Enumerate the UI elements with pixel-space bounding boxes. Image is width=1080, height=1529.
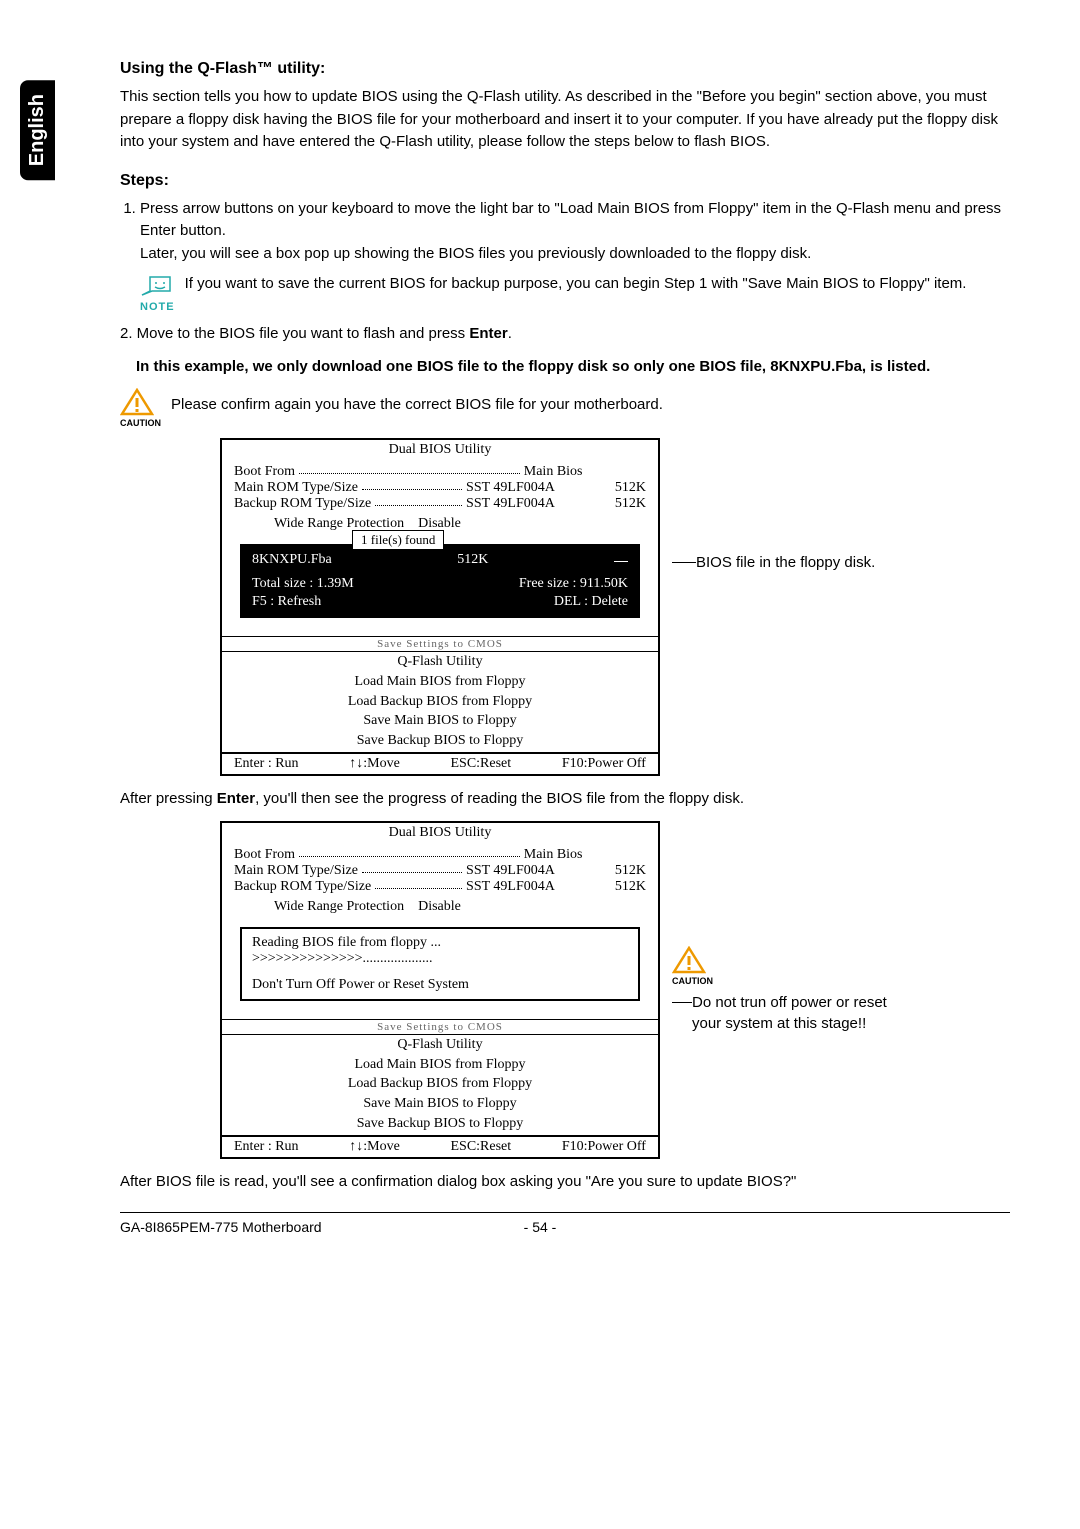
foot-move-2: ↑↓:Move <box>349 1139 400 1155</box>
del-hint: DEL : Delete <box>554 594 628 610</box>
backup-rom-size-2: 512K <box>615 879 646 895</box>
confirm-text: Please confirm again you have the correc… <box>171 388 663 417</box>
step-1-text-b: Later, you will see a box pop up showing… <box>140 245 811 262</box>
backup-rom-size: 512K <box>615 496 646 512</box>
bios-filesize: 512K <box>457 552 488 568</box>
main-rom-size: 512K <box>615 480 646 496</box>
backup-rom-label: Backup ROM Type/Size <box>234 496 371 512</box>
caution-icon-2: CAUTION <box>672 946 713 986</box>
wrp-label-2: Wide Range Protection <box>274 899 404 914</box>
main-rom-label-2: Main ROM Type/Size <box>234 863 358 879</box>
wrp-value-2: Disable <box>418 899 461 914</box>
file-list-box: 1 file(s) found 8KNXPU.Fba 512K Total si… <box>240 544 640 618</box>
bios-filename[interactable]: 8KNXPU.Fba <box>252 552 332 568</box>
foot-enter-2: Enter : Run <box>234 1139 299 1155</box>
after-enter-b: , you'll then see the progress of readin… <box>255 790 744 807</box>
step-2-example: In this example, we only download one BI… <box>136 356 1010 379</box>
step-2-text-a: 2. Move to the BIOS file you want to fla… <box>120 325 469 342</box>
backup-rom-value-2: SST 49LF004A <box>466 879 555 895</box>
boot-from-label: Boot From <box>234 464 295 480</box>
caution-label-2: CAUTION <box>672 976 713 986</box>
wrp-label: Wide Range Protection <box>274 516 404 531</box>
boot-from-label-2: Boot From <box>234 847 295 863</box>
intro-paragraph: This section tells you how to update BIO… <box>120 86 1010 154</box>
foot-f10-2: F10:Power Off <box>562 1139 646 1155</box>
qflash-item[interactable]: Save Backup BIOS to Floppy <box>222 731 658 751</box>
step-2-text-b: . <box>508 325 512 342</box>
progress-bar: >>>>>>>>>>>>>>.................... <box>252 951 628 967</box>
after-enter-a: After pressing <box>120 790 217 807</box>
enter-key-1: Enter <box>469 325 507 342</box>
bios-title-2: Dual BIOS Utility <box>222 823 658 843</box>
dont-turn-off-text: Don't Turn Off Power or Reset System <box>252 977 628 993</box>
section-heading: Using the Q-Flash™ utility: <box>120 60 1010 78</box>
note-label: NOTE <box>140 301 175 313</box>
after-read-text: After BIOS file is read, you'll see a co… <box>120 1171 1010 1194</box>
step-1-text-a: Press arrow buttons on your keyboard to … <box>140 200 1001 240</box>
footer-page: - 54 - <box>524 1219 557 1235</box>
foot-esc-2: ESC:Reset <box>450 1139 511 1155</box>
note-icon: NOTE <box>140 273 175 313</box>
f5-hint: F5 : Refresh <box>252 594 321 610</box>
files-found-popup: 1 file(s) found <box>352 530 444 550</box>
progress-box: Reading BIOS file from floppy ... >>>>>>… <box>240 927 640 1001</box>
foot-f10: F10:Power Off <box>562 756 646 772</box>
language-tab: English <box>20 80 55 180</box>
qflash-title-2: Q-Flash Utility <box>222 1034 658 1055</box>
qflash-item[interactable]: Save Backup BIOS to Floppy <box>222 1114 658 1134</box>
enter-key-2: Enter <box>217 790 255 807</box>
qflash-item[interactable]: Save Main BIOS to Floppy <box>222 711 658 731</box>
after-enter-text: After pressing Enter, you'll then see th… <box>120 788 1010 811</box>
qflash-item[interactable]: Load Main BIOS from Floppy <box>222 672 658 692</box>
bios-utility-box-1: Dual BIOS Utility Boot From Main Bios Mai… <box>220 438 660 776</box>
foot-enter: Enter : Run <box>234 756 299 772</box>
step-1: Press arrow buttons on your keyboard to … <box>140 198 1010 266</box>
note-text: If you want to save the current BIOS for… <box>185 273 1010 296</box>
backup-rom-value: SST 49LF004A <box>466 496 555 512</box>
total-size: Total size : 1.39M <box>252 576 354 592</box>
main-rom-value-2: SST 49LF004A <box>466 863 555 879</box>
save-cmos-stripe-2: Save Settings to CMOS <box>222 1019 658 1034</box>
foot-esc: ESC:Reset <box>450 756 511 772</box>
footer-model: GA-8I865PEM-775 Motherboard <box>120 1219 322 1235</box>
bios-utility-box-2: Dual BIOS Utility Boot From Main Bios Mai… <box>220 821 660 1159</box>
main-rom-value: SST 49LF004A <box>466 480 555 496</box>
caution-label-1: CAUTION <box>120 418 161 428</box>
qflash-item[interactable]: Load Backup BIOS from Floppy <box>222 1074 658 1094</box>
caution-icon: CAUTION <box>120 388 161 428</box>
annotation-2: Do not trun off power or reset your syst… <box>692 992 892 1034</box>
annotation-1: BIOS file in the floppy disk. <box>696 552 875 573</box>
main-rom-size-2: 512K <box>615 863 646 879</box>
main-rom-label: Main ROM Type/Size <box>234 480 358 496</box>
qflash-title-1: Q-Flash Utility <box>222 651 658 672</box>
foot-move: ↑↓:Move <box>349 756 400 772</box>
qflash-item[interactable]: Load Main BIOS from Floppy <box>222 1055 658 1075</box>
backup-rom-label-2: Backup ROM Type/Size <box>234 879 371 895</box>
boot-from-value-2: Main Bios <box>524 847 583 863</box>
reading-text: Reading BIOS file from floppy ... <box>252 935 628 951</box>
qflash-item[interactable]: Save Main BIOS to Floppy <box>222 1094 658 1114</box>
free-size: Free size : 911.50K <box>519 576 628 592</box>
steps-heading: Steps: <box>120 172 1010 190</box>
save-cmos-stripe-1: Save Settings to CMOS <box>222 636 658 651</box>
bios-title-1: Dual BIOS Utility <box>222 440 658 460</box>
boot-from-value: Main Bios <box>524 464 583 480</box>
qflash-item[interactable]: Load Backup BIOS from Floppy <box>222 692 658 712</box>
step-2: 2. Move to the BIOS file you want to fla… <box>120 323 1010 346</box>
